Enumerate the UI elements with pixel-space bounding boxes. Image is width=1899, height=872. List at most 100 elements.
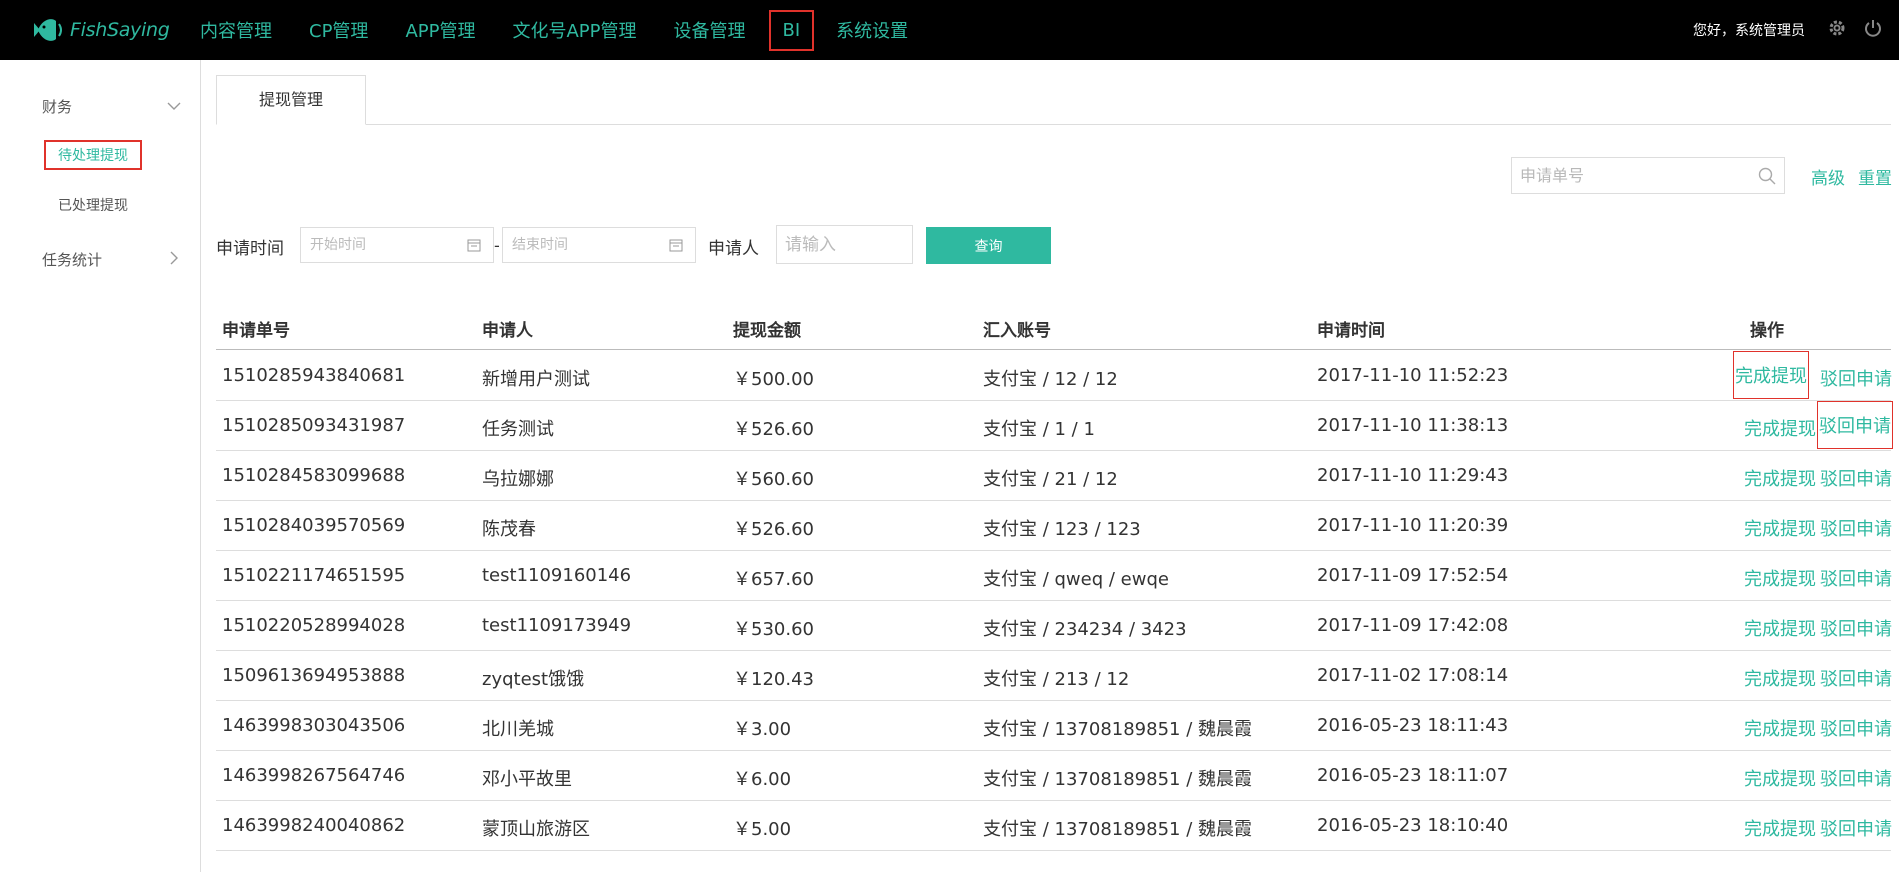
complete-withdrawal-link[interactable]: 完成提现 (1743, 463, 1817, 493)
complete-withdrawal-link[interactable]: 完成提现 (1743, 813, 1817, 843)
col-header-applicant: 申请人 (482, 321, 533, 341)
nav-item-culture-app[interactable]: 文化号APP管理 (512, 17, 636, 43)
cell-applicant: 任务测试 (482, 419, 554, 440)
cell-applicant: zyqtest饿饿 (482, 669, 585, 690)
complete-withdrawal-link[interactable]: 完成提现 (1743, 713, 1817, 743)
cell-amount: ￥526.60 (733, 519, 814, 540)
cell-order-no: 1510284039570569 (222, 515, 406, 536)
table-row: 1510284583099688 乌拉娜娜 ￥560.60 支付宝 / 21 / 12… (216, 451, 1893, 501)
complete-withdrawal-link[interactable]: 完成提现 (1743, 513, 1817, 543)
table-row: 1463998240040862 蒙顶山旅游区 ￥5.00 支付宝 / 1370818… (216, 801, 1893, 851)
reject-request-link[interactable]: 驳回申请 (1819, 713, 1893, 743)
chevron-right-icon[interactable] (166, 250, 182, 266)
nav-item-cp[interactable]: CP管理 (309, 17, 368, 43)
complete-withdrawal-link[interactable]: 完成提现 (1743, 613, 1817, 643)
fish-logo-icon (34, 19, 62, 41)
complete-withdrawal-link[interactable]: 完成提现 (1733, 351, 1809, 399)
advanced-search-link[interactable]: 高级 (1811, 164, 1845, 189)
reject-request-link[interactable]: 驳回申请 (1819, 563, 1893, 593)
col-header-account: 汇入账号 (983, 321, 1051, 341)
table-row: 1509613694953888 zyqtest饿饿 ￥120.43 支付宝 / 21… (216, 651, 1893, 701)
nav-item-bi[interactable]: BI (768, 9, 815, 51)
col-header-amount: 提现金额 (733, 321, 801, 341)
reject-request-link[interactable]: 驳回申请 (1819, 363, 1893, 393)
reject-request-link[interactable]: 驳回申请 (1817, 401, 1893, 449)
complete-withdrawal-link[interactable]: 完成提现 (1743, 663, 1817, 693)
order-search (1511, 157, 1785, 194)
nav-item-settings[interactable]: 系统设置 (836, 17, 908, 43)
reject-request-link[interactable]: 驳回申请 (1819, 763, 1893, 793)
chevron-down-icon[interactable] (166, 98, 182, 114)
cell-order-no: 1510285943840681 (222, 365, 406, 386)
cell-apply-time: 2017-11-10 11:29:43 (1317, 465, 1509, 486)
cell-order-no: 1463998267564746 (222, 765, 406, 786)
end-date-picker (502, 227, 696, 263)
cell-applicant: 陈茂春 (482, 519, 536, 540)
nav-item-content[interactable]: 内容管理 (200, 17, 272, 43)
cell-applicant: test1109173949 (482, 615, 632, 636)
cell-order-no: 1510285093431987 (222, 415, 406, 436)
cell-amount: ￥6.00 (733, 769, 792, 790)
table-row: 1510285943840681 新增用户测试 ￥500.00 支付宝 / 12 / … (216, 351, 1893, 401)
cell-account: 支付宝 / 234234 / 3423 (983, 619, 1187, 640)
table-row: 1510220528994028 test1109173949 ￥530.60 支付宝… (216, 601, 1893, 651)
reject-request-link[interactable]: 驳回申请 (1819, 613, 1893, 643)
sidebar-group-task-stats[interactable]: 任务统计 (42, 249, 102, 270)
sidebar-item-processed-withdrawal[interactable]: 已处理提现 (58, 195, 128, 215)
user-greeting: 您好，系统管理员 (1693, 23, 1805, 39)
power-icon[interactable] (1863, 18, 1883, 38)
cell-amount: ￥526.60 (733, 419, 814, 440)
cell-amount: ￥3.00 (733, 719, 792, 740)
cell-amount: ￥530.60 (733, 619, 814, 640)
cell-apply-time: 2016-05-23 18:11:43 (1317, 715, 1509, 736)
tab-withdrawal-management[interactable]: 提现管理 (216, 75, 366, 125)
table-row: 1510221174651595 test1109160146 ￥657.60 支付宝… (216, 551, 1893, 601)
search-icon[interactable] (1758, 167, 1776, 185)
complete-withdrawal-link[interactable]: 完成提现 (1743, 563, 1817, 593)
cell-order-no: 1510220528994028 (222, 615, 406, 636)
cell-apply-time: 2016-05-23 18:10:40 (1317, 815, 1509, 836)
cell-applicant: 邓小平故里 (482, 769, 572, 790)
reject-request-link[interactable]: 驳回申请 (1819, 813, 1893, 843)
cell-apply-time: 2017-11-02 17:08:14 (1317, 665, 1509, 686)
cell-account: 支付宝 / 12 / 12 (983, 369, 1118, 390)
nav-item-device[interactable]: 设备管理 (674, 17, 746, 43)
cell-order-no: 1510284583099688 (222, 465, 406, 486)
sidebar-group-finance[interactable]: 财务 (42, 96, 72, 117)
reject-request-link[interactable]: 驳回申请 (1819, 463, 1893, 493)
sidebar-item-pending-withdrawal[interactable]: 待处理提现 (44, 140, 142, 170)
cell-amount: ￥657.60 (733, 569, 814, 590)
cell-account: 支付宝 / 1 / 1 (983, 419, 1095, 440)
applicant-field (776, 225, 913, 264)
reject-request-link[interactable]: 驳回申请 (1819, 513, 1893, 543)
start-date-picker (300, 227, 494, 263)
cell-apply-time: 2017-11-10 11:52:23 (1317, 365, 1509, 386)
end-date-input[interactable] (503, 228, 663, 262)
gear-icon[interactable] (1827, 18, 1847, 38)
cell-apply-time: 2017-11-09 17:42:08 (1317, 615, 1509, 636)
calendar-icon[interactable] (669, 238, 683, 252)
col-header-apply-time: 申请时间 (1317, 321, 1385, 341)
cell-order-no: 1510221174651595 (222, 565, 406, 586)
cell-amount: ￥120.43 (733, 669, 814, 690)
cell-applicant: test1109160146 (482, 565, 632, 586)
nav-item-app[interactable]: APP管理 (405, 17, 475, 43)
complete-withdrawal-link[interactable]: 完成提现 (1743, 413, 1817, 443)
applicant-input[interactable] (777, 226, 907, 263)
complete-withdrawal-link[interactable]: 完成提现 (1743, 763, 1817, 793)
calendar-icon[interactable] (467, 238, 481, 252)
apply-time-label: 申请时间 (216, 239, 284, 259)
cell-order-no: 1509613694953888 (222, 665, 406, 686)
cell-order-no: 1463998303043506 (222, 715, 406, 736)
reset-link[interactable]: 重置 (1858, 164, 1892, 189)
top-icons (1827, 18, 1883, 38)
brand-name: FishSaying (70, 19, 170, 41)
order-search-input[interactable] (1512, 158, 1742, 193)
query-button[interactable]: 查询 (926, 227, 1051, 264)
date-range-separator: - (494, 236, 500, 255)
sidebar: 财务 待处理提现 已处理提现 任务统计 (0, 60, 201, 872)
brand-logo[interactable]: FishSaying (32, 12, 170, 48)
reject-request-link[interactable]: 驳回申请 (1819, 663, 1893, 693)
cell-amount: ￥560.60 (733, 469, 814, 490)
start-date-input[interactable] (301, 228, 461, 262)
